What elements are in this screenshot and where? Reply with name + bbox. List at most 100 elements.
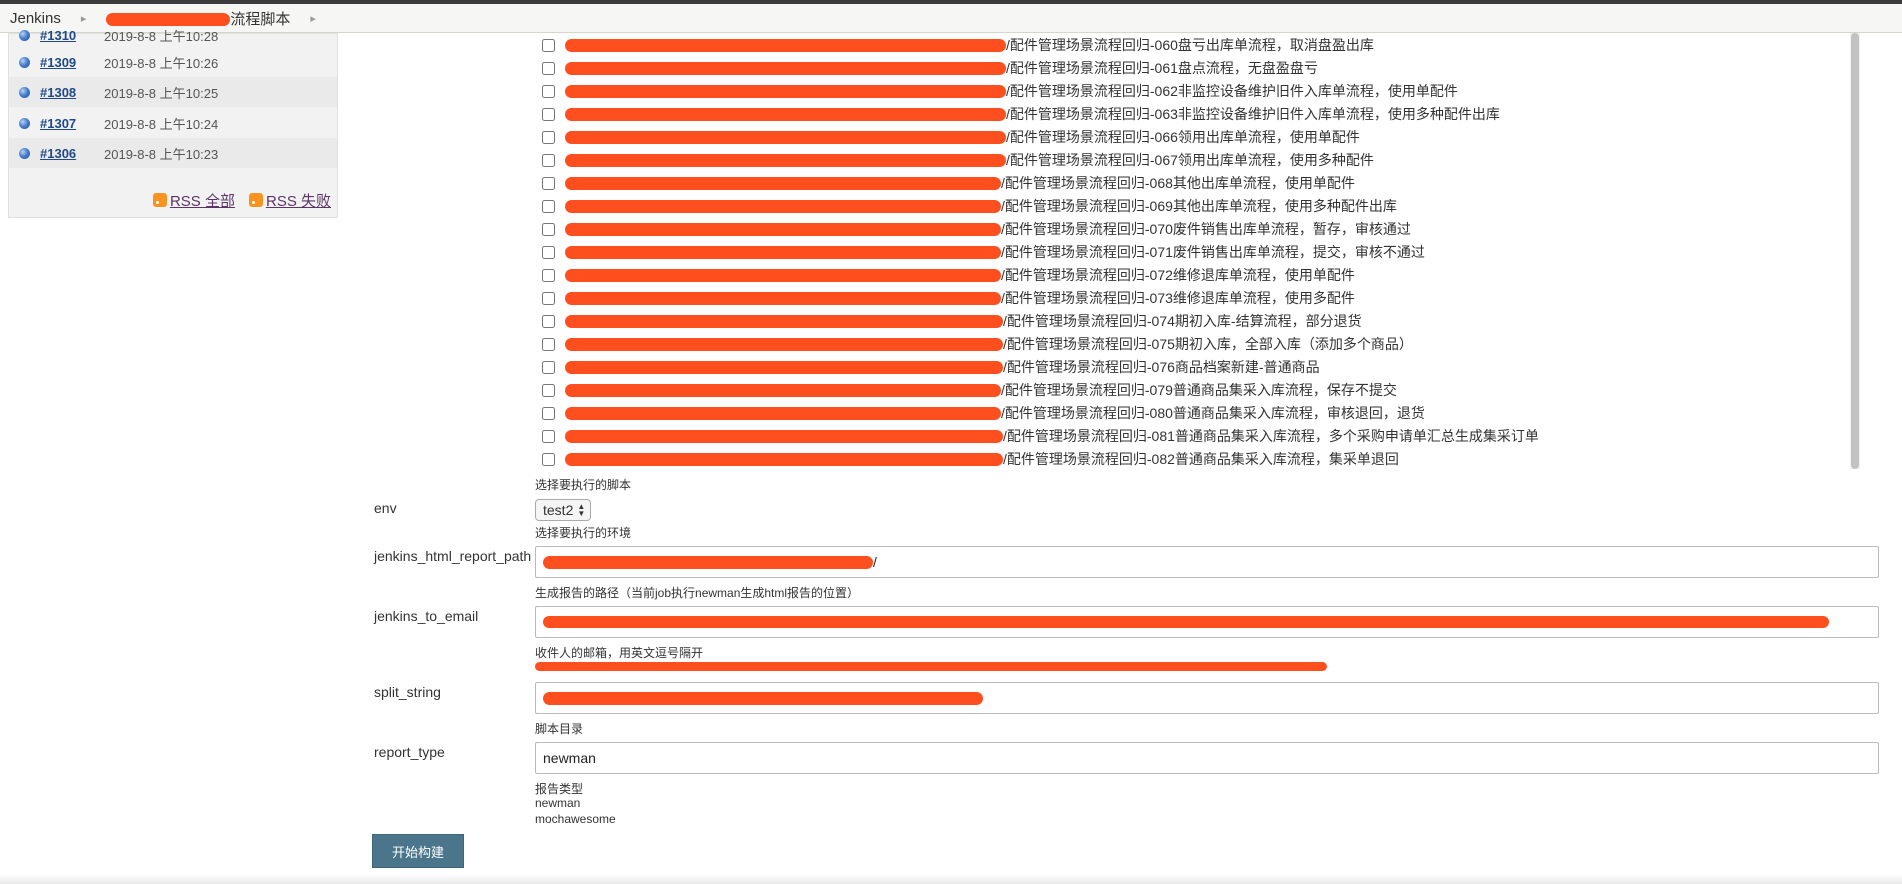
redaction-mark	[565, 337, 1003, 351]
split-string-help: 脚本目录	[535, 722, 584, 736]
rss-all-link[interactable]: RSS 全部	[170, 190, 235, 211]
redaction-mark	[565, 61, 1006, 75]
script-name: /配件管理场景流程回归-080普通商品集采入库流程，审核退回，退货	[1001, 405, 1425, 421]
script-checkbox[interactable]	[542, 429, 555, 443]
script-checkbox[interactable]	[542, 38, 555, 52]
script-checkbox[interactable]	[542, 153, 555, 167]
report-type-option: newman	[535, 796, 581, 810]
build-link[interactable]: #1307	[40, 116, 100, 131]
report-path-input[interactable]: /	[535, 546, 1879, 578]
script-row: /配件管理场景流程回归-060盘亏出库单流程，取消盘盈出库	[535, 35, 1374, 55]
build-link[interactable]: #1306	[40, 146, 100, 161]
script-row: /配件管理场景流程回归-079普通商品集采入库流程，保存不提交	[535, 380, 1397, 400]
script-row: /配件管理场景流程回归-072维修退库单流程，使用单配件	[535, 265, 1355, 285]
build-button[interactable]: 开始构建	[372, 834, 464, 868]
redaction-mark	[565, 199, 1001, 213]
script-row: /配件管理场景流程回归-069其他出库单流程，使用多种配件出库	[535, 196, 1397, 216]
script-row: /配件管理场景流程回归-076商品档案新建-普通商品	[535, 357, 1320, 377]
env-select-value: test2	[543, 502, 574, 518]
redaction-mark	[565, 130, 1006, 144]
script-checkbox[interactable]	[542, 176, 555, 190]
redaction-mark	[565, 176, 1001, 190]
script-name: /配件管理场景流程回归-079普通商品集采入库流程，保存不提交	[1001, 382, 1397, 398]
redaction-mark	[565, 107, 1006, 121]
redaction-mark	[565, 153, 1006, 167]
email-help: 收件人的邮箱，用英文逗号隔开	[535, 646, 704, 660]
build-row: #1308 2019-8-8 上午10:25	[9, 77, 337, 107]
email-input[interactable]	[535, 606, 1879, 638]
redaction-mark	[565, 268, 1001, 282]
rss-icon	[248, 193, 263, 207]
script-checkbox[interactable]	[542, 452, 555, 466]
build-status-icon	[19, 117, 30, 129]
build-row: #1307 2019-8-8 上午10:24	[9, 108, 337, 138]
redaction-mark	[565, 314, 1003, 328]
script-name: /配件管理场景流程回归-072维修退库单流程，使用单配件	[1001, 267, 1355, 283]
report-type-input[interactable]: newman	[535, 742, 1879, 774]
rss-fail-link[interactable]: RSS 失败	[266, 190, 331, 211]
redaction-mark	[565, 245, 1001, 259]
build-link[interactable]: #1309	[40, 55, 100, 70]
script-row: /配件管理场景流程回归-074期初入库-结算流程，部分退货	[535, 311, 1362, 331]
build-time: 2019-8-8 上午10:26	[104, 55, 219, 71]
build-status-icon	[19, 86, 30, 98]
env-label: env	[374, 500, 397, 516]
report-type-option: mochawesome	[535, 812, 616, 826]
build-link[interactable]: #1310	[40, 28, 100, 43]
build-row: #1310 2019-8-8 上午10:28	[9, 20, 337, 50]
script-checkbox[interactable]	[542, 291, 555, 305]
script-checkbox[interactable]	[542, 61, 555, 75]
script-checkbox[interactable]	[542, 268, 555, 282]
env-select[interactable]: test2 ▲ ▼	[535, 499, 591, 521]
report-type-help: 报告类型	[535, 782, 584, 796]
split-string-input[interactable]	[535, 682, 1879, 714]
script-name: /配件管理场景流程回归-074期初入库-结算流程，部分退货	[1003, 313, 1362, 329]
build-time: 2019-8-8 上午10:25	[104, 85, 219, 101]
script-checkbox[interactable]	[542, 130, 555, 144]
script-checkbox[interactable]	[542, 406, 555, 420]
redaction-mark	[543, 691, 983, 705]
split-string-label: split_string	[374, 684, 441, 700]
select-arrows-icon: ▲ ▼	[577, 502, 586, 518]
build-status-icon	[19, 29, 30, 41]
script-row: /配件管理场景流程回归-061盘点流程，无盘盈盘亏	[535, 58, 1318, 78]
script-row: /配件管理场景流程回归-073维修退库单流程，使用多配件	[535, 288, 1355, 308]
redaction-mark	[565, 383, 1001, 397]
email-label: jenkins_to_email	[374, 608, 479, 624]
script-checkbox[interactable]	[542, 245, 555, 259]
build-history-panel: #1310 2019-8-8 上午10:28 #1309 2019-8-8 上午…	[8, 28, 338, 218]
script-row: /配件管理场景流程回归-062非监控设备维护旧件入库单流程，使用单配件	[535, 81, 1458, 101]
script-row: /配件管理场景流程回归-075期初入库，全部入库（添加多个商品）	[535, 334, 1413, 354]
script-name: /配件管理场景流程回归-070废件销售出库单流程，暂存，审核通过	[1001, 221, 1411, 237]
script-row: /配件管理场景流程回归-081普通商品集采入库流程，多个采购申请单汇总生成集采订…	[535, 426, 1539, 446]
script-row: /配件管理场景流程回归-066领用出库单流程，使用单配件	[535, 127, 1360, 147]
script-checkbox[interactable]	[542, 84, 555, 98]
build-time: 2019-8-8 上午10:23	[104, 146, 219, 162]
script-list-scrollbar[interactable]	[1850, 33, 1860, 469]
scrollbar-thumb[interactable]	[1851, 33, 1859, 469]
script-name: /配件管理场景流程回归-075期初入库，全部入库（添加多个商品）	[1003, 336, 1413, 352]
script-checkbox[interactable]	[542, 360, 555, 374]
script-checkbox[interactable]	[542, 383, 555, 397]
script-checkbox[interactable]	[542, 337, 555, 351]
script-name: /配件管理场景流程回归-068其他出库单流程，使用单配件	[1001, 175, 1355, 191]
build-link[interactable]: #1308	[40, 85, 100, 100]
script-row: /配件管理场景流程回归-082普通商品集采入库流程，集采单退回	[535, 449, 1399, 469]
script-checkbox[interactable]	[542, 222, 555, 236]
env-help: 选择要执行的环境	[535, 526, 632, 540]
build-status-icon	[19, 147, 30, 159]
script-checkbox[interactable]	[542, 107, 555, 121]
redaction-mark	[565, 452, 1003, 466]
redaction-mark	[535, 662, 1327, 671]
build-row: #1309 2019-8-8 上午10:26	[9, 47, 337, 77]
rss-links: RSS 全部 RSS 失败	[9, 185, 337, 215]
redaction-mark	[565, 360, 1003, 374]
scripts-help: 选择要执行的脚本	[535, 478, 632, 492]
script-name: /配件管理场景流程回归-076商品档案新建-普通商品	[1003, 359, 1320, 375]
page-bottom-shadow	[0, 874, 1902, 884]
script-row: /配件管理场景流程回归-063非监控设备维护旧件入库单流程，使用多种配件出库	[535, 104, 1500, 124]
script-row: /配件管理场景流程回归-071废件销售出库单流程，提交，审核不通过	[535, 242, 1425, 262]
redaction-mark	[565, 429, 1003, 443]
script-checkbox[interactable]	[542, 314, 555, 328]
script-checkbox[interactable]	[542, 199, 555, 213]
